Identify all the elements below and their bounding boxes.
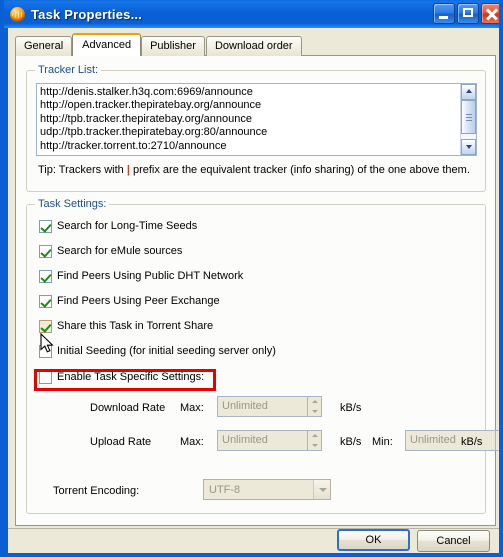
checkbox-row-peer-exchange[interactable]: Find Peers Using Peer Exchange (39, 293, 220, 309)
download-rate-max-label: Max: (180, 402, 204, 414)
checkbox-initial-seeding[interactable] (39, 344, 52, 358)
client-area: General Advanced Publisher Download orde… (8, 28, 499, 553)
download-rate-label: Download Rate (90, 402, 166, 414)
upload-rate-min-spin-buttons[interactable] (495, 430, 499, 451)
torrent-encoding-value: UTF-8 (209, 483, 241, 496)
checkbox-long-time-seeds[interactable] (39, 219, 52, 233)
checkbox-public-dht-network[interactable] (39, 269, 52, 283)
tip-text-after: prefix are the equivalent tracker (info … (129, 164, 470, 176)
checkbox-row-public-dht[interactable]: Find Peers Using Public DHT Network (39, 268, 243, 284)
scroll-down-icon[interactable] (461, 139, 476, 155)
window-controls (433, 3, 499, 24)
checkbox-row-emule-sources[interactable]: Search for eMule sources (39, 243, 182, 259)
upload-rate-max-spin-buttons[interactable] (307, 430, 322, 451)
minimize-button[interactable] (433, 3, 455, 24)
spinner-up-icon[interactable] (496, 431, 499, 441)
title-bar: Task Properties... (4, 0, 499, 28)
tracker-tip-text: Tip: Trackers with | prefix are the equi… (38, 164, 470, 176)
spinner-down-icon[interactable] (308, 441, 321, 451)
scroll-up-icon[interactable] (461, 84, 476, 100)
scrollbar-track[interactable] (461, 100, 476, 139)
tab-publisher[interactable]: Publisher (141, 36, 205, 56)
checkbox-row-initial-seeding[interactable]: Initial Seeding (for initial seeding ser… (39, 343, 276, 359)
tracker-list-scrollbar[interactable] (460, 84, 476, 155)
upload-rate-min-unit: kB/s (461, 436, 483, 448)
tracker-line: http://tracker.torrent.to:2710/announce (40, 139, 227, 152)
download-rate-max-input[interactable]: Unlimited (217, 396, 307, 417)
tab-advanced[interactable]: Advanced (72, 33, 142, 56)
checkbox-label: Search for eMule sources (57, 245, 183, 257)
task-properties-window: Task Properties... General Advanced Publ… (0, 0, 503, 557)
tracker-list-lines: http://denis.stalker.h3q.com:6969/announ… (37, 84, 460, 155)
spinner-up-icon[interactable] (308, 431, 321, 441)
spinner-down-icon[interactable] (496, 441, 499, 451)
checkbox-label: Search for Long-Time Seeds (57, 220, 198, 232)
download-rate-max-unit: kB/s (340, 402, 362, 414)
checkbox-peer-exchange[interactable] (39, 294, 52, 308)
tab-bar: General Advanced Publisher Download orde… (15, 33, 496, 56)
upload-rate-max-stepper[interactable]: Unlimited (217, 430, 322, 451)
upload-rate-min-label: Min: (372, 436, 393, 448)
window-title: Task Properties... (31, 6, 143, 22)
torrent-encoding-label: Torrent Encoding: (53, 485, 140, 497)
upload-rate-max-unit: kB/s (340, 436, 362, 448)
upload-rate-max-label: Max: (180, 436, 204, 448)
checkbox-row-torrent-share[interactable]: Share this Task in Torrent Share (39, 318, 213, 334)
maximize-button[interactable] (457, 3, 479, 24)
tracker-line: http://open.tracker.thepiratebay.org/ann… (40, 99, 262, 112)
upload-rate-label: Upload Rate (90, 436, 152, 448)
spinner-up-icon[interactable] (308, 397, 321, 407)
task-settings-group: Task Settings: Search for Long-Time Seed… (26, 198, 499, 514)
torrent-encoding-dropdown[interactable]: UTF-8 (203, 479, 331, 500)
chevron-down-icon[interactable] (313, 480, 330, 499)
checkbox-label: Share this Task in Torrent Share (57, 320, 214, 332)
tip-text-before: Tip: Trackers with (38, 164, 127, 176)
tab-page-advanced: Tracker List: http://denis.stalker.h3q.c… (15, 55, 499, 526)
checkbox-enable-task-specific-settings[interactable] (39, 370, 52, 384)
checkbox-label: Find Peers Using Peer Exchange (57, 295, 220, 307)
scrollbar-thumb[interactable] (461, 100, 476, 134)
checkbox-share-in-torrent-share[interactable] (39, 319, 52, 333)
upload-rate-min-stepper[interactable]: Unlimited (405, 430, 499, 451)
tracker-line: udp://tpb.tracker.thepiratebay.org:80/an… (40, 126, 268, 139)
checkbox-row-long-time-seeds[interactable]: Search for Long-Time Seeds (39, 218, 197, 234)
ok-button[interactable]: OK (337, 529, 410, 551)
tracker-line: http://denis.stalker.h3q.com:6969/announ… (40, 86, 253, 98)
tracker-line: http://tpb.tracker.thepiratebay.org/anno… (40, 112, 252, 125)
checkbox-emule-sources[interactable] (39, 244, 52, 258)
tracker-list-group: Tracker List: http://denis.stalker.h3q.c… (26, 64, 486, 192)
tracker-list-legend: Tracker List: (35, 64, 102, 76)
download-rate-max-stepper[interactable]: Unlimited (217, 396, 322, 417)
checkbox-label: Initial Seeding (for initial seeding ser… (57, 345, 276, 357)
checkbox-label: Enable Task Specific Settings: (57, 371, 205, 383)
tab-general[interactable]: General (15, 36, 73, 56)
footer-bar: OK Cancel (8, 529, 499, 553)
task-settings-legend: Task Settings: (35, 198, 110, 210)
tracker-list-textarea[interactable]: http://denis.stalker.h3q.com:6969/announ… (36, 83, 477, 156)
cancel-button[interactable]: Cancel (417, 530, 490, 552)
spinner-down-icon[interactable] (308, 407, 321, 417)
checkbox-label: Find Peers Using Public DHT Network (57, 270, 244, 282)
download-rate-max-spin-buttons[interactable] (307, 396, 322, 417)
globe-icon (9, 6, 26, 23)
tab-download-order[interactable]: Download order (205, 36, 302, 56)
upload-rate-max-input[interactable]: Unlimited (217, 430, 307, 451)
close-button[interactable] (481, 3, 499, 24)
checkbox-row-task-specific-settings[interactable]: Enable Task Specific Settings: (39, 369, 204, 385)
